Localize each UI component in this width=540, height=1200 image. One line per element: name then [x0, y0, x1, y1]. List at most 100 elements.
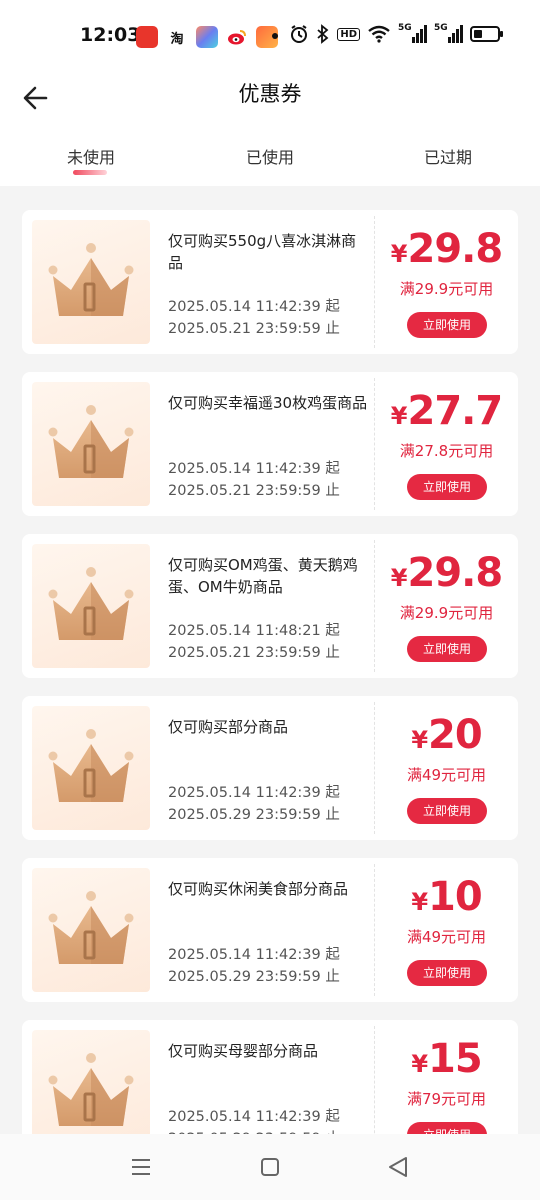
use-now-button[interactable]: 立即使用: [407, 960, 487, 986]
coupon-title: 仅可购买幸福遥30枚鸡蛋商品: [168, 394, 368, 412]
wifi-icon: [368, 25, 390, 43]
hd-voice-icon: HD: [337, 27, 360, 41]
coupon-amount-value: 15: [428, 1036, 483, 1082]
coupon-condition: 满29.9元可用: [399, 280, 494, 298]
status-time: 12:03: [80, 24, 141, 46]
active-tab-indicator: [73, 170, 107, 175]
coupon-amount-value: 20: [428, 712, 483, 758]
currency-symbol: ¥: [390, 564, 408, 592]
coupon-validity: 2025.05.14 11:48:21 起 2025.05.21 23:59:5…: [168, 620, 340, 664]
coupon-info: 仅可购买幸福遥30枚鸡蛋商品 2025.05.14 11:42:39 起 202…: [22, 372, 374, 516]
use-now-button[interactable]: 立即使用: [407, 636, 487, 662]
coupon-start-time: 2025.05.14 11:42:39 起: [168, 785, 340, 801]
coupon-amount: ¥20: [375, 712, 518, 758]
coupon-amount: ¥10: [375, 874, 518, 920]
crown-icon: [48, 567, 134, 640]
notification-more-dot: [272, 33, 278, 39]
menu-icon: [132, 1159, 150, 1175]
crown-icon: [48, 1053, 134, 1126]
currency-symbol: ¥: [411, 726, 429, 754]
signal-label-1: 5G: [398, 23, 412, 33]
coupon-card: 仅可购买幸福遥30枚鸡蛋商品 2025.05.14 11:42:39 起 202…: [22, 372, 518, 516]
coupon-card: 仅可购买休闲美食部分商品 2025.05.14 11:42:39 起 2025.…: [22, 858, 518, 1002]
coupon-validity: 2025.05.14 11:42:39 起 2025.05.29 23:59:5…: [168, 944, 340, 988]
coupon-list: 仅可购买550g八喜冰淇淋商品 2025.05.14 11:42:39 起 20…: [22, 210, 518, 1182]
battery-level: [474, 30, 482, 38]
tab-expired[interactable]: 已过期: [398, 144, 498, 168]
use-now-button[interactable]: 立即使用: [407, 474, 487, 500]
coupon-start-time: 2025.05.14 11:42:39 起: [168, 947, 340, 963]
system-nav-bar: [0, 1134, 540, 1200]
coupon-title: 仅可购买550g八喜冰淇淋商品: [168, 232, 357, 272]
coupon-thumbnail: [32, 544, 150, 668]
coupon-amount-value: 29.8: [407, 550, 504, 596]
home-button[interactable]: [255, 1154, 285, 1180]
coupon-end-time: 2025.05.21 23:59:59 止: [168, 321, 340, 337]
use-now-button[interactable]: 立即使用: [407, 798, 487, 824]
menu-button[interactable]: [126, 1154, 156, 1180]
coupon-condition: 满49元可用: [406, 928, 487, 946]
coupon-value: ¥27.7 满27.8元可用 立即使用: [375, 372, 518, 516]
coupon-end-time: 2025.05.29 23:59:59 止: [168, 969, 340, 985]
coupon-info: 仅可购买550g八喜冰淇淋商品 2025.05.14 11:42:39 起 20…: [22, 210, 374, 354]
system-back-button[interactable]: [384, 1154, 414, 1180]
gallery-app-icon: [196, 26, 218, 48]
battery-icon: [470, 26, 503, 42]
coupon-value: ¥10 满49元可用 立即使用: [375, 858, 518, 1002]
tab-unused[interactable]: 未使用: [41, 144, 141, 168]
bluetooth-icon: [317, 24, 329, 44]
coupon-thumbnail: [32, 868, 150, 992]
status-bar: 12:03 淘 HD 5G 5G: [0, 0, 540, 72]
coupon-value: ¥29.8 满29.9元可用 立即使用: [375, 210, 518, 354]
coupon-start-time: 2025.05.14 11:48:21 起: [168, 623, 340, 639]
coupon-info: 仅可购买部分商品 2025.05.14 11:42:39 起 2025.05.2…: [22, 696, 374, 840]
status-indicators: HD 5G 5G: [289, 23, 503, 44]
tab-used[interactable]: 已使用: [220, 144, 320, 168]
coupon-condition: 满29.9元可用: [399, 604, 494, 622]
currency-symbol: ¥: [411, 888, 429, 916]
coupon-amount: ¥15: [375, 1036, 518, 1082]
coupon-condition: 满79元可用: [406, 1090, 487, 1108]
coupon-info: 仅可购买休闲美食部分商品 2025.05.14 11:42:39 起 2025.…: [22, 858, 374, 1002]
coupon-end-time: 2025.05.29 23:59:59 止: [168, 807, 340, 823]
coupon-card: 仅可购买OM鸡蛋、黄天鹅鸡蛋、OM牛奶商品 2025.05.14 11:48:2…: [22, 534, 518, 678]
use-now-button[interactable]: 立即使用: [407, 312, 487, 338]
tab-bar: 未使用 已使用 已过期: [0, 122, 540, 186]
coupon-amount: ¥29.8: [375, 226, 518, 272]
coupon-value: ¥20 满49元可用 立即使用: [375, 696, 518, 840]
coupon-validity: 2025.05.14 11:42:39 起 2025.05.21 23:59:5…: [168, 296, 340, 340]
header: 优惠券: [0, 72, 540, 122]
coupon-value: ¥29.8 满29.9元可用 立即使用: [375, 534, 518, 678]
coupon-amount-value: 29.8: [407, 226, 504, 272]
coupon-thumbnail: [32, 706, 150, 830]
coupon-title: 仅可购买OM鸡蛋、黄天鹅鸡蛋、OM牛奶商品: [168, 556, 358, 596]
coupon-amount-value: 10: [428, 874, 483, 920]
page-title: 优惠券: [238, 82, 302, 106]
home-square-icon: [261, 1158, 279, 1176]
coupon-amount: ¥27.7: [375, 388, 518, 434]
coupon-condition: 满49元可用: [406, 766, 487, 784]
crown-icon: [48, 405, 134, 478]
crown-icon: [48, 729, 134, 802]
coupon-thumbnail: [32, 382, 150, 506]
shopping-app-icon: [136, 26, 158, 48]
coupon-title: 仅可购买母婴部分商品: [168, 1042, 319, 1060]
coupon-title: 仅可购买部分商品: [168, 718, 289, 736]
coupon-card: 仅可购买部分商品 2025.05.14 11:42:39 起 2025.05.2…: [22, 696, 518, 840]
coupon-start-time: 2025.05.14 11:42:39 起: [168, 461, 340, 477]
coupon-start-time: 2025.05.14 11:42:39 起: [168, 1109, 340, 1125]
coupon-title: 仅可购买休闲美食部分商品: [168, 880, 349, 898]
crown-icon: [48, 243, 134, 316]
coupon-amount: ¥29.8: [375, 550, 518, 596]
coupon-validity: 2025.05.14 11:42:39 起 2025.05.29 23:59:5…: [168, 782, 340, 826]
coupon-end-time: 2025.05.21 23:59:59 止: [168, 483, 340, 499]
notification-app-icons: 淘: [136, 26, 278, 48]
coupon-amount-value: 27.7: [407, 388, 504, 434]
currency-symbol: ¥: [390, 240, 408, 268]
coupon-info: 仅可购买OM鸡蛋、黄天鹅鸡蛋、OM牛奶商品 2025.05.14 11:48:2…: [22, 534, 374, 678]
signal-5g-icon-1: 5G: [398, 23, 427, 43]
weibo-icon: [226, 26, 248, 48]
taobao-icon: 淘: [166, 26, 188, 48]
coupon-thumbnail: [32, 220, 150, 344]
crown-icon: [48, 891, 134, 964]
